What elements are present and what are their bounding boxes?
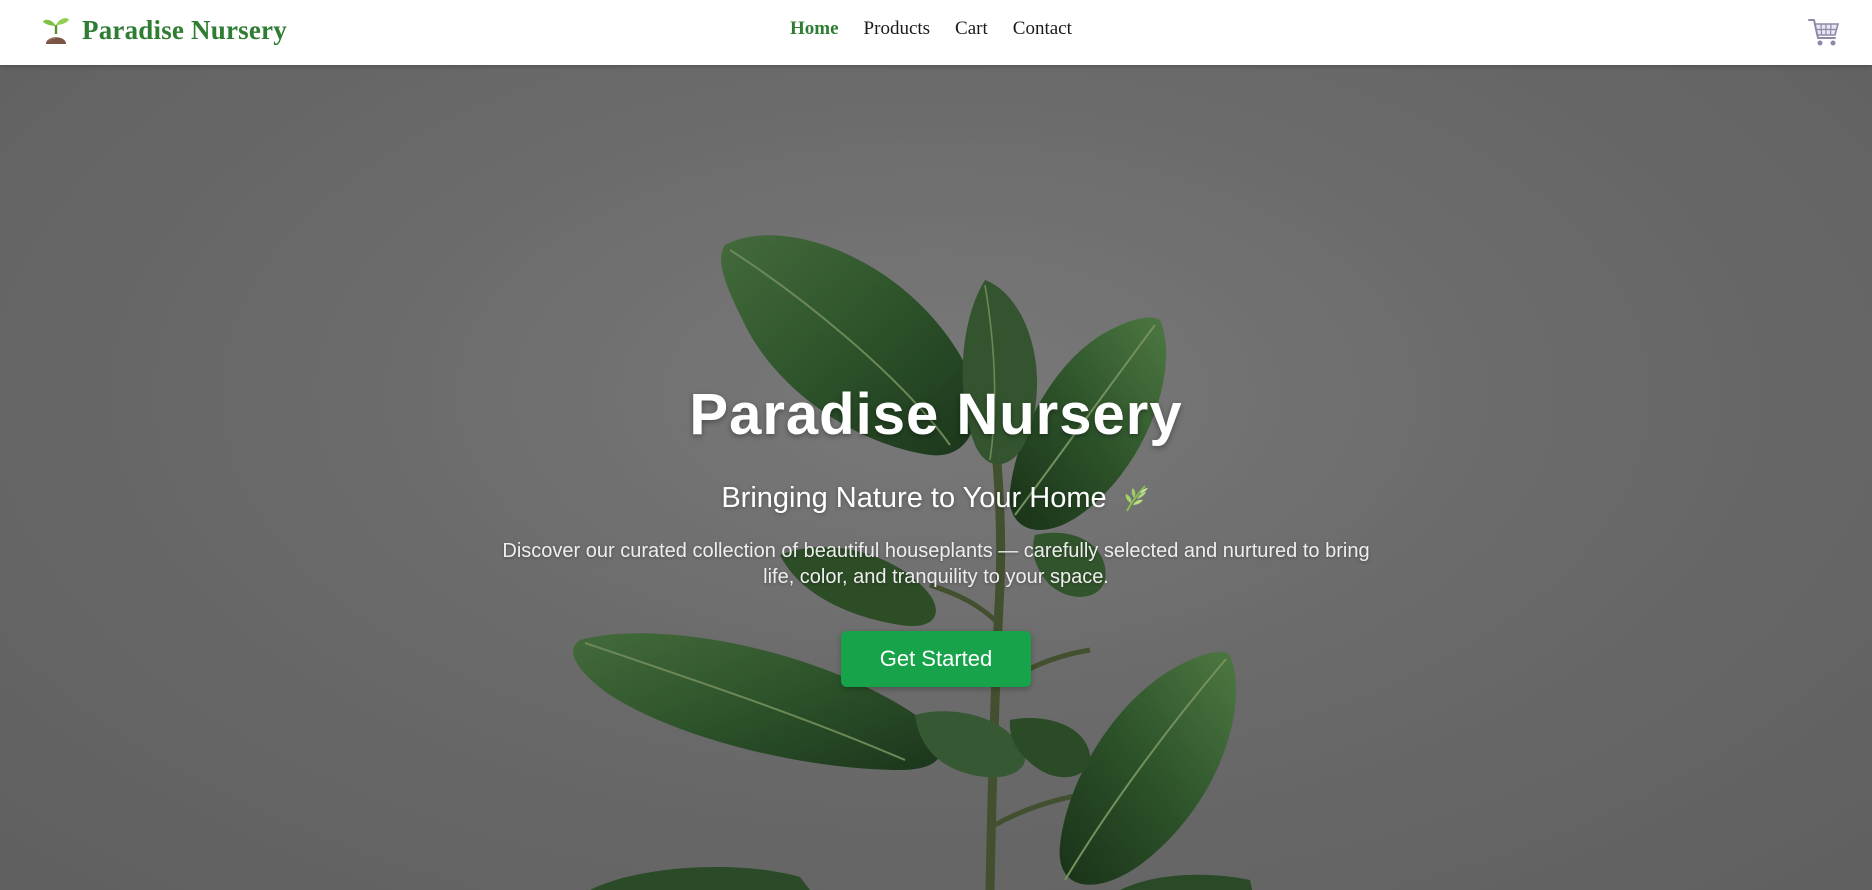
navbar: Paradise Nursery Home Products Cart Cont… <box>0 0 1872 65</box>
cart-button[interactable] <box>1807 16 1841 48</box>
nav-home[interactable]: Home <box>790 18 839 40</box>
hero-title: Paradise Nursery <box>689 382 1183 447</box>
leaf-sprig-icon <box>1125 485 1148 512</box>
brand-logo[interactable]: Paradise Nursery <box>40 14 287 46</box>
seedling-icon <box>43 18 69 44</box>
get-started-button[interactable]: Get Started <box>841 630 1031 687</box>
nav-cart[interactable]: Cart <box>955 18 988 40</box>
nav-products[interactable]: Products <box>864 18 931 40</box>
hero-content: Paradise Nursery Bringing Nature to Your… <box>436 383 1436 687</box>
hero-subtitle: Bringing Nature to Your Home <box>436 481 1436 516</box>
shopping-cart-icon <box>1808 19 1840 46</box>
brand-name: Paradise Nursery <box>82 14 287 45</box>
nav-links: Home Products Cart Contact <box>790 18 1072 40</box>
nav-contact[interactable]: Contact <box>1013 18 1072 40</box>
hero-section: Paradise Nursery Bringing Nature to Your… <box>0 65 1872 890</box>
hero-description: Discover our curated collection of beaut… <box>502 539 1370 588</box>
hero-subtitle-text: Bringing Nature to Your Home <box>721 481 1107 514</box>
